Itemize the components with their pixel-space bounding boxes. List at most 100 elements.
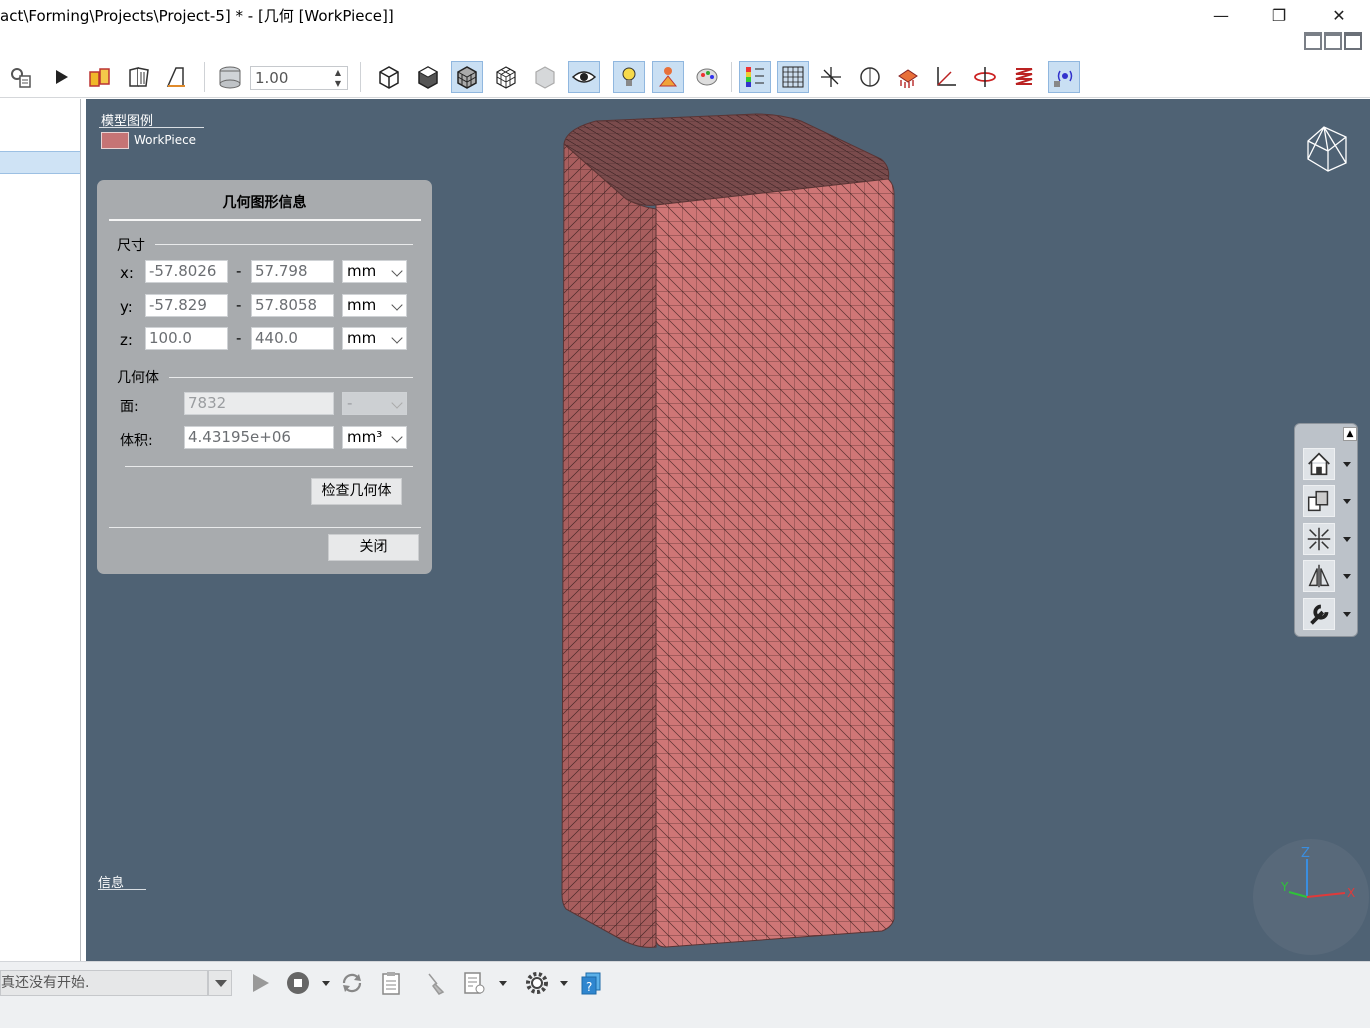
solid-view-icon[interactable]	[373, 61, 405, 93]
zoom-spinner[interactable]: ▲ ▼	[330, 67, 346, 89]
mdi-close-icon[interactable]	[1344, 32, 1362, 50]
dialog-title: 几何图形信息	[222, 195, 307, 211]
color-palette-icon[interactable]	[691, 61, 723, 93]
restore-button[interactable]: ❐	[1250, 0, 1308, 30]
section-divider	[155, 244, 413, 245]
close-dialog-button[interactable]: 关闭	[328, 534, 419, 561]
selected-tree-item[interactable]	[0, 151, 80, 174]
window-title: act\Forming\Projects\Project-5] * - [几何 …	[0, 7, 394, 25]
status-bar: 真还没有开始. ?	[0, 961, 1370, 1028]
x-min-field[interactable]: -57.8026	[145, 260, 228, 283]
die-tool-icon[interactable]	[892, 61, 924, 93]
workpiece-mesh[interactable]	[556, 109, 901, 954]
chevron-down-icon	[391, 299, 403, 311]
document-export-icon[interactable]	[459, 968, 489, 998]
mdi-minimize-icon[interactable]	[1304, 32, 1322, 50]
transparent-view-icon[interactable]	[529, 61, 561, 93]
sensor-signal-icon[interactable]	[1048, 61, 1080, 93]
y-min-field[interactable]: -57.829	[145, 294, 228, 317]
geometry-section-label: 几何体	[117, 370, 159, 386]
visibility-eye-icon[interactable]	[568, 61, 600, 93]
volume-unit-select[interactable]: mm³	[342, 426, 407, 449]
chevron-down-icon[interactable]	[1343, 574, 1351, 579]
chevron-down-icon[interactable]	[1343, 537, 1351, 542]
check-geometry-button[interactable]: 检查几何体	[311, 478, 402, 505]
material-person-icon[interactable]	[652, 61, 684, 93]
legend-item-label: WorkPiece	[134, 133, 197, 147]
x-unit-select[interactable]: mm	[342, 260, 407, 283]
volume-field[interactable]: 4.43195e+06	[184, 426, 334, 449]
close-window-button[interactable]: ✕	[1310, 0, 1368, 30]
triad-z-label: Z	[1301, 846, 1310, 861]
brush-icon[interactable]	[421, 968, 451, 998]
toolbar-separator	[731, 62, 732, 92]
clipboard-icon[interactable]	[376, 968, 406, 998]
parts-book-icon[interactable]	[123, 61, 155, 93]
chevron-down-icon	[391, 265, 403, 277]
z-max-field[interactable]: 440.0	[251, 327, 334, 350]
view-cube-icon[interactable]	[1304, 123, 1350, 173]
x-max-field[interactable]: 57.798	[251, 260, 334, 283]
stop-icon[interactable]	[283, 968, 313, 998]
chevron-down-icon	[391, 431, 403, 443]
svg-text:?: ?	[586, 980, 592, 994]
faces-label: 面:	[120, 399, 139, 415]
x-range-dash: -	[236, 262, 242, 280]
chevron-down-icon[interactable]	[499, 981, 507, 986]
z-range-dash: -	[236, 329, 242, 347]
minimize-button[interactable]: —	[1192, 0, 1250, 30]
chevron-down-icon[interactable]	[1343, 499, 1351, 504]
view-orientation-icon[interactable]	[1303, 485, 1335, 517]
geometry-info-dialog: 几何图形信息 尺寸 x: -57.8026 - 57.798 mm y: -57…	[97, 180, 432, 574]
scale-cylinder-icon[interactable]	[214, 61, 246, 93]
fit-view-icon[interactable]	[1303, 523, 1335, 555]
mirror-view-icon[interactable]	[1303, 560, 1335, 592]
chevron-down-icon[interactable]	[1343, 612, 1351, 617]
spring-icon[interactable]	[1008, 61, 1040, 93]
triad-x-label: X	[1347, 886, 1355, 900]
help-icon[interactable]: ?	[576, 968, 606, 998]
status-dropdown[interactable]	[208, 970, 232, 996]
triad-y-label: Y	[1280, 880, 1289, 894]
home-view-icon[interactable]	[1303, 448, 1335, 480]
footer-divider	[109, 527, 421, 528]
wrench-tools-icon[interactable]	[1303, 598, 1335, 630]
mesh-view-icon[interactable]	[451, 61, 483, 93]
section-plane-icon[interactable]	[969, 61, 1001, 93]
y-unit-select[interactable]: mm	[342, 294, 407, 317]
chevron-down-icon[interactable]	[560, 981, 568, 986]
axes-origin-icon[interactable]	[815, 61, 847, 93]
mdi-window-controls[interactable]	[1302, 32, 1368, 54]
y-max-field[interactable]: 57.8058	[251, 294, 334, 317]
title-divider	[109, 219, 421, 221]
wireframe-view-icon[interactable]	[490, 61, 522, 93]
simulation-status-field[interactable]: 真还没有开始.	[0, 970, 208, 996]
panel-collapse-icon[interactable]: ▲	[1343, 427, 1357, 441]
sheet-shape-icon[interactable]	[160, 61, 192, 93]
shaded-view-icon[interactable]	[412, 61, 444, 93]
run-icon[interactable]	[45, 61, 77, 93]
rotate-view-icon[interactable]	[854, 61, 886, 93]
z-unit-value: mm	[347, 329, 377, 347]
mdi-restore-icon[interactable]	[1324, 32, 1342, 50]
gear-icon[interactable]	[522, 968, 552, 998]
legend-swatch	[101, 132, 129, 149]
chevron-down-icon[interactable]	[322, 981, 330, 986]
project-tree-panel	[0, 99, 81, 961]
measure-axes-icon[interactable]	[930, 61, 962, 93]
grid-mesh-icon[interactable]	[777, 61, 809, 93]
chevron-down-icon[interactable]	[1343, 462, 1351, 467]
volume-label: 体积:	[120, 433, 153, 449]
refresh-icon[interactable]	[337, 968, 367, 998]
geometry-cylinders-icon[interactable]	[84, 61, 116, 93]
faces-field: 7832	[184, 392, 334, 415]
z-unit-select[interactable]: mm	[342, 327, 407, 350]
x-label: x:	[120, 264, 134, 282]
main-toolbar	[0, 56, 1370, 98]
y-label: y:	[120, 298, 133, 316]
play-icon[interactable]	[245, 968, 275, 998]
lighting-bulb-icon[interactable]	[613, 61, 645, 93]
settings-tree-icon[interactable]	[5, 61, 37, 93]
z-min-field[interactable]: 100.0	[145, 327, 228, 350]
color-legend-icon[interactable]	[739, 61, 771, 93]
